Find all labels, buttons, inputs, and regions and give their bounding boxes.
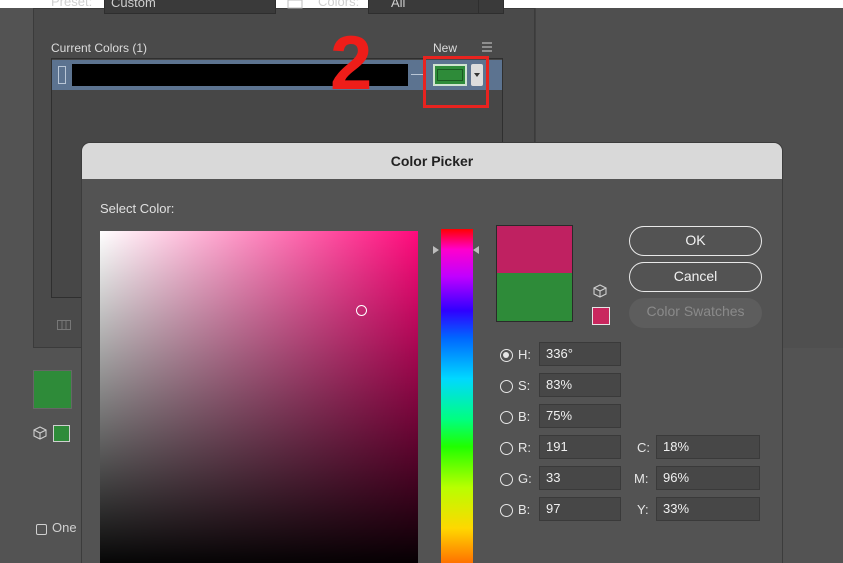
b-field[interactable]: 75% — [539, 404, 621, 428]
g-label: G: — [518, 471, 532, 486]
web-safe-color-swatch[interactable] — [592, 307, 610, 325]
y-field[interactable]: 33% — [656, 497, 760, 521]
hue-slider-handle-right[interactable] — [473, 246, 479, 254]
preset-value: Custom — [111, 0, 156, 10]
g-field[interactable]: 33 — [539, 466, 621, 490]
cancel-button[interactable]: Cancel — [629, 262, 762, 292]
r-label: R: — [518, 440, 531, 455]
list-icon[interactable] — [287, 0, 303, 10]
s-field[interactable]: 83% — [539, 373, 621, 397]
colors-dropdown-arrow[interactable] — [478, 0, 504, 14]
saturation-brightness-field[interactable] — [100, 231, 418, 563]
new-color-preview — [496, 225, 573, 273]
c-label: C: — [637, 440, 650, 455]
dialog-title: Color Picker — [82, 143, 782, 179]
color-swatches-button[interactable]: Color Swatches — [629, 298, 762, 328]
cube-icon — [33, 426, 47, 440]
preset-label: Preset: — [51, 0, 93, 9]
ok-button[interactable]: OK — [629, 226, 762, 256]
hue-slider-handle-left[interactable] — [433, 246, 439, 254]
c-field[interactable]: 18% — [656, 435, 760, 459]
y-label: Y: — [637, 502, 649, 517]
m-field[interactable]: 96% — [656, 466, 760, 490]
option-checkbox-label: One — [52, 520, 77, 535]
hue-slider[interactable] — [441, 229, 473, 563]
new-column-label: New — [433, 41, 458, 55]
select-color-label: Select Color: — [100, 201, 175, 216]
s-label: S: — [518, 378, 531, 393]
row-grip-icon[interactable] — [58, 66, 66, 84]
color-picker-dialog: Color Picker Select Color: OK Cancel Col… — [82, 143, 782, 563]
small-color-swatch[interactable] — [53, 425, 70, 442]
option-checkbox[interactable] — [36, 524, 47, 535]
colors-value: All — [391, 0, 406, 10]
original-color-preview[interactable] — [496, 273, 573, 322]
blue-radio[interactable] — [500, 504, 513, 517]
web-safe-cube-icon[interactable] — [593, 284, 607, 298]
color-field-marker[interactable] — [356, 305, 367, 316]
menu-icon[interactable] — [480, 41, 494, 53]
blue-label: B: — [518, 502, 531, 517]
m-label: M: — [634, 471, 649, 486]
h-label: H: — [518, 347, 531, 362]
b-label: B: — [518, 409, 531, 424]
blue-field[interactable]: 97 — [539, 497, 621, 521]
s-radio[interactable] — [500, 380, 513, 393]
grid-icon[interactable] — [57, 320, 71, 330]
current-colors-label: Current Colors (1) — [51, 41, 148, 55]
r-field[interactable]: 191 — [539, 435, 621, 459]
r-radio[interactable] — [500, 442, 513, 455]
b-radio[interactable] — [500, 411, 513, 424]
fill-color-swatch[interactable] — [33, 370, 72, 409]
h-radio[interactable] — [500, 349, 513, 362]
colors-label: Colors: — [318, 0, 360, 9]
h-field[interactable]: 336° — [539, 342, 621, 366]
annotation-step-number: 2 — [330, 21, 373, 106]
annotation-highlight-box — [423, 56, 489, 108]
colors-dropdown[interactable]: All — [368, 0, 480, 14]
preset-dropdown[interactable]: Custom — [104, 0, 276, 14]
g-radio[interactable] — [500, 473, 513, 486]
